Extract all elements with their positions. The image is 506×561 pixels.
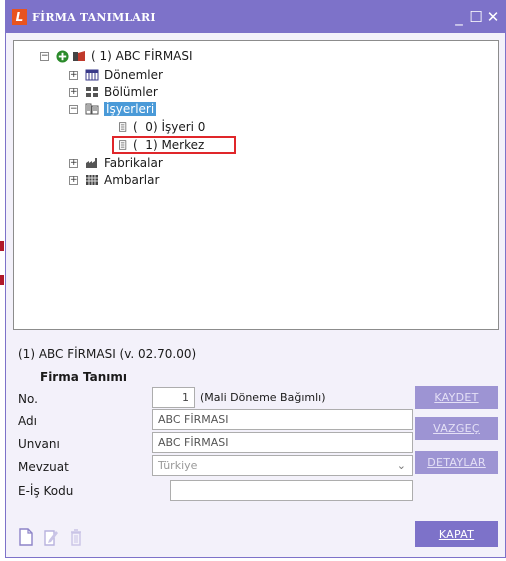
tree-root-label: ( 1) ABC FİRMASI [91,49,193,63]
tree-item-label: İşyerleri [104,102,157,116]
firm-icon [73,51,85,61]
collapse-icon[interactable]: − [40,51,49,61]
tree-item-fabrikalar[interactable]: + Fabrikalar [69,155,163,171]
unvani-label: Unvanı [18,437,60,451]
warehouse-icon [86,175,98,185]
firm-version-info: (1) ABC FİRMASI (v. 02.70.00) [18,347,197,361]
maximize-button[interactable]: ☐ [468,8,484,26]
new-document-icon[interactable] [18,528,34,546]
firm-tree[interactable]: − ( 1) ABC FİRMASI + Dönemler + Bölümler… [13,40,499,330]
tree-item-donemler[interactable]: + Dönemler [69,67,163,83]
tree-item-ambarlar[interactable]: + Ambarlar [69,172,159,188]
edge-marker [0,275,4,285]
close-button[interactable]: ✕ [485,8,501,26]
eis-kodu-field[interactable] [170,480,413,501]
detaylar-button[interactable]: DETAYLAR [415,451,498,474]
section-title: Firma Tanımı [40,370,128,384]
expand-icon[interactable]: + [69,70,78,80]
workplaces-icon [85,103,99,115]
workplace-icon [119,122,127,132]
tree-item-isyerleri[interactable]: − İşyerleri [69,101,157,117]
tree-item-bolumler[interactable]: + Bölümler [69,84,158,100]
tree-item-label: Dönemler [104,68,163,82]
firm-definitions-window: L FİRMA TANIMLARI _ ☐ ✕ − ( 1) ABC FİRMA… [5,0,506,558]
tree-root[interactable]: − ( 1) ABC FİRMASI [40,48,193,64]
no-note: (Mali Döneme Bağımlı) [200,391,326,404]
chevron-down-icon: ⌄ [396,459,406,472]
mevzuat-label: Mevzuat [18,460,69,474]
no-label: No. [18,392,38,406]
mevzuat-value: Türkiye [158,459,198,472]
unvani-field[interactable]: ABC FİRMASI [152,432,413,453]
adi-field[interactable]: ABC FİRMASI [152,409,413,430]
calendar-icon [85,69,99,81]
mevzuat-select[interactable]: Türkiye ⌄ [152,455,413,476]
sections-icon [86,87,98,97]
tree-item-label: Ambarlar [104,173,160,187]
red-highlight-box [112,136,236,154]
add-circle-icon [56,49,69,63]
adi-label: Adı [18,414,37,428]
expand-icon[interactable]: + [69,158,78,168]
title-bar[interactable]: L FİRMA TANIMLARI _ ☐ ✕ [6,1,505,33]
tree-item-label: ( 0) İşyeri 0 [133,120,206,134]
collapse-icon[interactable]: − [69,104,78,114]
eis-kodu-label: E-İş Kodu [18,484,74,498]
minimize-button[interactable]: _ [451,8,467,26]
expand-icon[interactable]: + [69,87,78,97]
window-title: FİRMA TANIMLARI [32,10,156,24]
tree-item-isyeri-0[interactable]: ( 0) İşyeri 0 [118,119,205,135]
no-field[interactable]: 1 [152,387,195,408]
factory-icon [86,158,97,168]
kapat-button[interactable]: KAPAT [415,521,498,547]
expand-icon[interactable]: + [69,175,78,185]
edit-icon[interactable] [43,528,59,546]
kaydet-button[interactable]: KAYDET [415,386,498,409]
app-logo-icon: L [12,9,27,25]
tree-item-label: Bölümler [104,85,158,99]
edge-marker [0,241,4,251]
delete-icon[interactable] [68,528,84,546]
vazgec-button[interactable]: VAZGEÇ [415,417,498,440]
tree-item-label: Fabrikalar [104,156,163,170]
